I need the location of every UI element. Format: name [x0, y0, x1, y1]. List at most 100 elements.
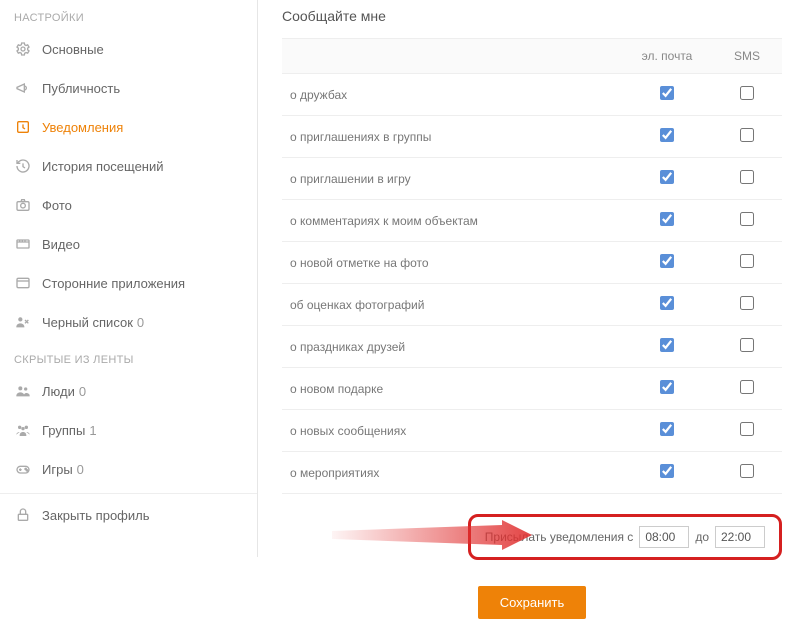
lock-icon: [14, 506, 32, 524]
cell-sms: [712, 242, 782, 284]
sidebar-item-count: 0: [77, 462, 84, 477]
sidebar-item-label: Уведомления: [42, 120, 123, 135]
video-icon: [14, 235, 32, 253]
table-row: о комментариях к моим объектам: [282, 200, 782, 242]
cell-sms: [712, 410, 782, 452]
row-label: о дружбах: [282, 74, 622, 116]
email-checkbox[interactable]: [660, 464, 674, 478]
sms-checkbox[interactable]: [740, 296, 754, 310]
notification-icon: [14, 118, 32, 136]
sms-checkbox[interactable]: [740, 128, 754, 142]
groups-icon: [14, 421, 32, 439]
sidebar-item-hidden-2[interactable]: Игры 0: [0, 450, 257, 489]
cell-sms: [712, 200, 782, 242]
sidebar-item-settings-4[interactable]: Фото: [0, 186, 257, 225]
cell-email: [622, 410, 712, 452]
sidebar-item-count: 0: [137, 315, 144, 330]
sidebar-section-settings: НАСТРОЙКИ: [0, 0, 257, 30]
table-row: о новой отметке на фото: [282, 242, 782, 284]
sidebar-item-settings-0[interactable]: Основные: [0, 30, 257, 69]
table-row: о новых сообщениях: [282, 410, 782, 452]
sidebar-item-settings-6[interactable]: Сторонние приложения: [0, 264, 257, 303]
sms-checkbox[interactable]: [740, 254, 754, 268]
sidebar-item-label: Черный список: [42, 315, 133, 330]
sms-checkbox[interactable]: [740, 422, 754, 436]
sidebar-item-label: Публичность: [42, 81, 120, 96]
sms-checkbox[interactable]: [740, 212, 754, 226]
email-checkbox[interactable]: [660, 86, 674, 100]
notifications-table: эл. почта SMS о дружбахо приглашениях в …: [282, 38, 782, 494]
cell-sms: [712, 326, 782, 368]
sms-checkbox[interactable]: [740, 170, 754, 184]
sidebar-item-label: Сторонние приложения: [42, 276, 185, 291]
cell-email: [622, 74, 712, 116]
row-label: о мероприятиях: [282, 452, 622, 494]
col-label: [282, 39, 622, 74]
table-row: о мероприятиях: [282, 452, 782, 494]
sidebar-item-label: Фото: [42, 198, 72, 213]
history-icon: [14, 157, 32, 175]
sms-checkbox[interactable]: [740, 338, 754, 352]
cell-email: [622, 326, 712, 368]
time-from-input[interactable]: [639, 526, 689, 548]
sidebar-item-label: Основные: [42, 42, 104, 57]
gear-icon: [14, 40, 32, 58]
games-icon: [14, 460, 32, 478]
cell-sms: [712, 158, 782, 200]
time-to-input[interactable]: [715, 526, 765, 548]
apps-icon: [14, 274, 32, 292]
sidebar-item-settings-3[interactable]: История посещений: [0, 147, 257, 186]
cell-email: [622, 284, 712, 326]
sidebar-item-settings-1[interactable]: Публичность: [0, 69, 257, 108]
email-checkbox[interactable]: [660, 422, 674, 436]
row-label: о приглашении в игру: [282, 158, 622, 200]
sidebar-item-settings-5[interactable]: Видео: [0, 225, 257, 264]
cell-email: [622, 242, 712, 284]
sms-checkbox[interactable]: [740, 380, 754, 394]
email-checkbox[interactable]: [660, 254, 674, 268]
sidebar-item-count: 1: [89, 423, 96, 438]
time-range-section: Присылать уведомления с до: [282, 514, 782, 560]
save-button[interactable]: Сохранить: [478, 586, 587, 619]
sidebar: НАСТРОЙКИ Основные Публичность Уведомления…: [0, 0, 258, 557]
row-label: о праздниках друзей: [282, 326, 622, 368]
cell-sms: [712, 74, 782, 116]
row-label: о новых сообщениях: [282, 410, 622, 452]
email-checkbox[interactable]: [660, 212, 674, 226]
email-checkbox[interactable]: [660, 338, 674, 352]
sidebar-item-label: Видео: [42, 237, 80, 252]
sidebar-item-label: Игры: [42, 462, 73, 477]
time-middle: до: [695, 530, 709, 544]
cell-email: [622, 200, 712, 242]
sidebar-item-hidden-0[interactable]: Люди 0: [0, 372, 257, 411]
email-checkbox[interactable]: [660, 296, 674, 310]
email-checkbox[interactable]: [660, 380, 674, 394]
cell-email: [622, 368, 712, 410]
table-row: о новом подарке: [282, 368, 782, 410]
sidebar-item-settings-7[interactable]: Черный список 0: [0, 303, 257, 342]
email-checkbox[interactable]: [660, 170, 674, 184]
sidebar-section-hidden: СКРЫТЫЕ ИЗ ЛЕНТЫ: [0, 342, 257, 372]
table-row: об оценках фотографий: [282, 284, 782, 326]
col-email: эл. почта: [622, 39, 712, 74]
table-row: о приглашении в игру: [282, 158, 782, 200]
sidebar-item-label: Люди: [42, 384, 75, 399]
sidebar-item-settings-2[interactable]: Уведомления: [0, 108, 257, 147]
sidebar-item-label: Группы: [42, 423, 85, 438]
sidebar-item-hidden-1[interactable]: Группы 1: [0, 411, 257, 450]
sidebar-item-label: История посещений: [42, 159, 164, 174]
megaphone-icon: [14, 79, 32, 97]
table-row: о дружбах: [282, 74, 782, 116]
sms-checkbox[interactable]: [740, 86, 754, 100]
row-label: о приглашениях в группы: [282, 116, 622, 158]
sidebar-item-lock-profile[interactable]: Закрыть профиль: [0, 493, 257, 535]
sms-checkbox[interactable]: [740, 464, 754, 478]
cell-email: [622, 452, 712, 494]
sidebar-item-label: Закрыть профиль: [42, 508, 150, 523]
cell-email: [622, 158, 712, 200]
sidebar-item-count: 0: [79, 384, 86, 399]
col-sms: SMS: [712, 39, 782, 74]
highlight-arrow-icon: [332, 520, 532, 550]
email-checkbox[interactable]: [660, 128, 674, 142]
cell-sms: [712, 284, 782, 326]
